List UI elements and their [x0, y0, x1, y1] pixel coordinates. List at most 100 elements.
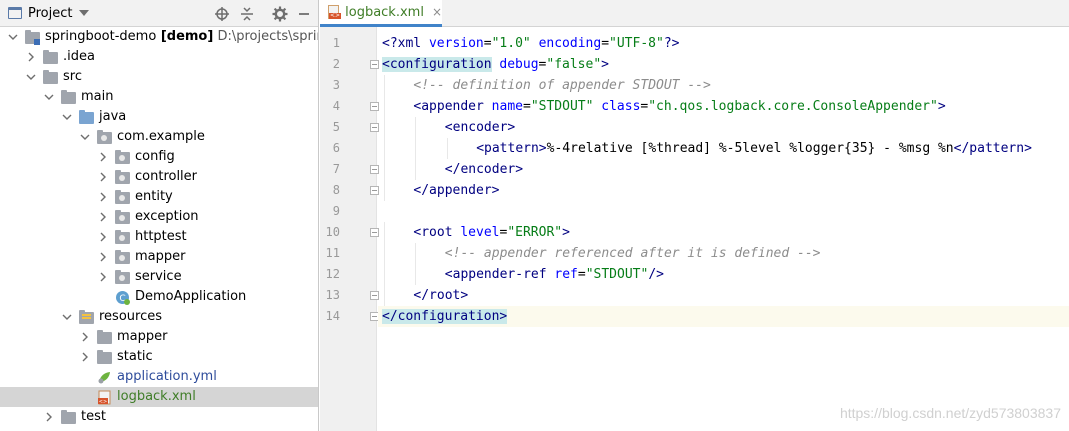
code-token: <pattern>	[476, 141, 547, 156]
chevron-right-icon[interactable]	[98, 232, 108, 242]
collapse-all-button[interactable]	[237, 4, 257, 24]
tree-item-src[interactable]: src	[0, 67, 318, 87]
code-token: </pattern>	[953, 141, 1032, 156]
tree-item-demoapplication[interactable]: C DemoApplication	[0, 287, 318, 307]
tree-item-config[interactable]: config	[0, 147, 318, 167]
tree-item-static[interactable]: static	[0, 347, 318, 367]
code-line: <!-- definition of appender STDOUT -->	[378, 75, 1069, 96]
code-line: </encoder>	[378, 159, 1069, 180]
code-token: <encoder>	[444, 120, 516, 135]
tree-item-httptest[interactable]: httptest	[0, 227, 318, 247]
tree-item-logback-xml[interactable]: <> logback.xml	[0, 387, 318, 407]
chevron-down-icon[interactable]	[62, 312, 72, 322]
chevron-right-icon[interactable]	[26, 52, 36, 62]
tree-item-label: logback.xml	[117, 389, 196, 404]
indent-guide	[384, 222, 385, 243]
module-folder-icon	[25, 30, 40, 45]
line-number: 13	[325, 288, 340, 302]
chevron-right-icon[interactable]	[98, 192, 108, 202]
tree-item-java[interactable]: java	[0, 107, 318, 127]
tree-item-label: test	[81, 409, 106, 424]
package-icon	[115, 190, 130, 204]
chevron-right-icon[interactable]	[98, 172, 108, 182]
line-number: 5	[332, 120, 340, 134]
code-token: />	[648, 267, 664, 282]
tree-item-resources[interactable]: resources	[0, 307, 318, 327]
tree-item-entity[interactable]: entity	[0, 187, 318, 207]
chevron-down-icon[interactable]	[44, 92, 54, 102]
chevron-right-icon[interactable]	[98, 152, 108, 162]
collapse-all-icon	[241, 7, 253, 21]
tree-item-com-example[interactable]: com.example	[0, 127, 318, 147]
code-line: <appender-ref ref="STDOUT"/>	[378, 264, 1069, 285]
tree-item-mapper[interactable]: mapper	[0, 247, 318, 267]
tree-item-test[interactable]: test	[0, 407, 318, 427]
code-text: <appender-ref ref="STDOUT"/>	[445, 264, 664, 285]
chevron-right-icon[interactable]	[80, 332, 90, 342]
project-view-selector[interactable]: Project	[0, 0, 90, 27]
code-line: <!-- appender referenced after it is def…	[378, 243, 1069, 264]
tree-item-label: entity	[135, 189, 173, 204]
package-icon	[115, 230, 130, 244]
tree-item-label: src	[63, 69, 82, 84]
close-icon[interactable]: ×	[432, 5, 442, 19]
project-settings-button[interactable]	[270, 4, 290, 24]
crosshair-icon	[215, 7, 229, 21]
tree-item-label: service	[135, 269, 182, 284]
editor-tab-bar: logback.xml ×	[320, 0, 1069, 27]
indent-guide	[446, 138, 448, 159]
chevron-right-icon[interactable]	[98, 272, 108, 282]
chevron-right-icon[interactable]	[98, 252, 108, 262]
code-token: </appender>	[413, 183, 500, 198]
line-number: 4	[332, 99, 340, 113]
tree-item-main[interactable]: main	[0, 87, 318, 107]
code-token: </root>	[413, 288, 469, 303]
tree-item-controller[interactable]: controller	[0, 167, 318, 187]
indent-guide	[384, 180, 385, 201]
tree-item-label: application.yml	[117, 369, 217, 384]
chevron-right-icon[interactable]	[98, 212, 108, 222]
hide-panel-button[interactable]	[294, 4, 314, 24]
tree-item-idea[interactable]: .idea	[0, 47, 318, 67]
tree-item-label: mapper	[135, 249, 186, 264]
package-icon	[115, 250, 130, 264]
code-token: debug	[499, 57, 539, 72]
code-line: <?xml version="1.0" encoding="UTF-8"?>	[378, 33, 1069, 54]
tree-item-service[interactable]: service	[0, 267, 318, 287]
folder-icon	[43, 50, 58, 64]
spring-config-icon	[97, 370, 112, 384]
chevron-right-icon[interactable]	[44, 412, 54, 422]
code-token: "ch.qos.logback.core.ConsoleAppender"	[648, 99, 938, 114]
code-text: <root level="ERROR">	[413, 222, 570, 243]
chevron-down-icon[interactable]	[8, 32, 18, 42]
code-token: =	[522, 99, 531, 114]
chevron-down-icon[interactable]	[80, 132, 90, 142]
tab-logback-xml[interactable]: logback.xml ×	[320, 0, 442, 27]
tree-item-label: main	[81, 89, 114, 104]
svg-text:<>: <>	[99, 399, 107, 405]
chevron-right-icon[interactable]	[80, 352, 90, 362]
line-number-gutter[interactable]: 1 2 3 4 5 6 7 8 9 10 11 12 13 14	[320, 27, 379, 431]
code-editor[interactable]: <?xml version="1.0" encoding="UTF-8"?> <c…	[378, 27, 1069, 431]
tree-item-label: static	[117, 349, 153, 364]
code-text: </appender>	[413, 180, 499, 201]
code-token: </configuration	[382, 309, 500, 324]
tree-item-exception[interactable]: exception	[0, 207, 318, 227]
code-line: <root level="ERROR">	[378, 222, 1069, 243]
code-token: encoding	[538, 36, 602, 51]
package-icon	[115, 210, 130, 224]
tree-item-label: resources	[99, 309, 163, 324]
tree-item-mapper[interactable]: mapper	[0, 327, 318, 347]
locate-file-button[interactable]	[212, 4, 232, 24]
chevron-down-icon[interactable]	[26, 72, 36, 82]
tree-item-springboot-demo[interactable]: springboot-demo [demo] D:\projects\sprin…	[0, 27, 318, 47]
tree-item-application-yml[interactable]: application.yml	[0, 367, 318, 387]
code-token: <appender	[413, 99, 492, 114]
project-title: Project	[28, 5, 73, 21]
chevron-down-icon[interactable]	[62, 112, 72, 122]
code-line: </configuration>	[378, 306, 1069, 327]
code-token: =	[577, 267, 586, 282]
folder-icon	[61, 410, 76, 424]
line-number: 2	[332, 57, 340, 71]
